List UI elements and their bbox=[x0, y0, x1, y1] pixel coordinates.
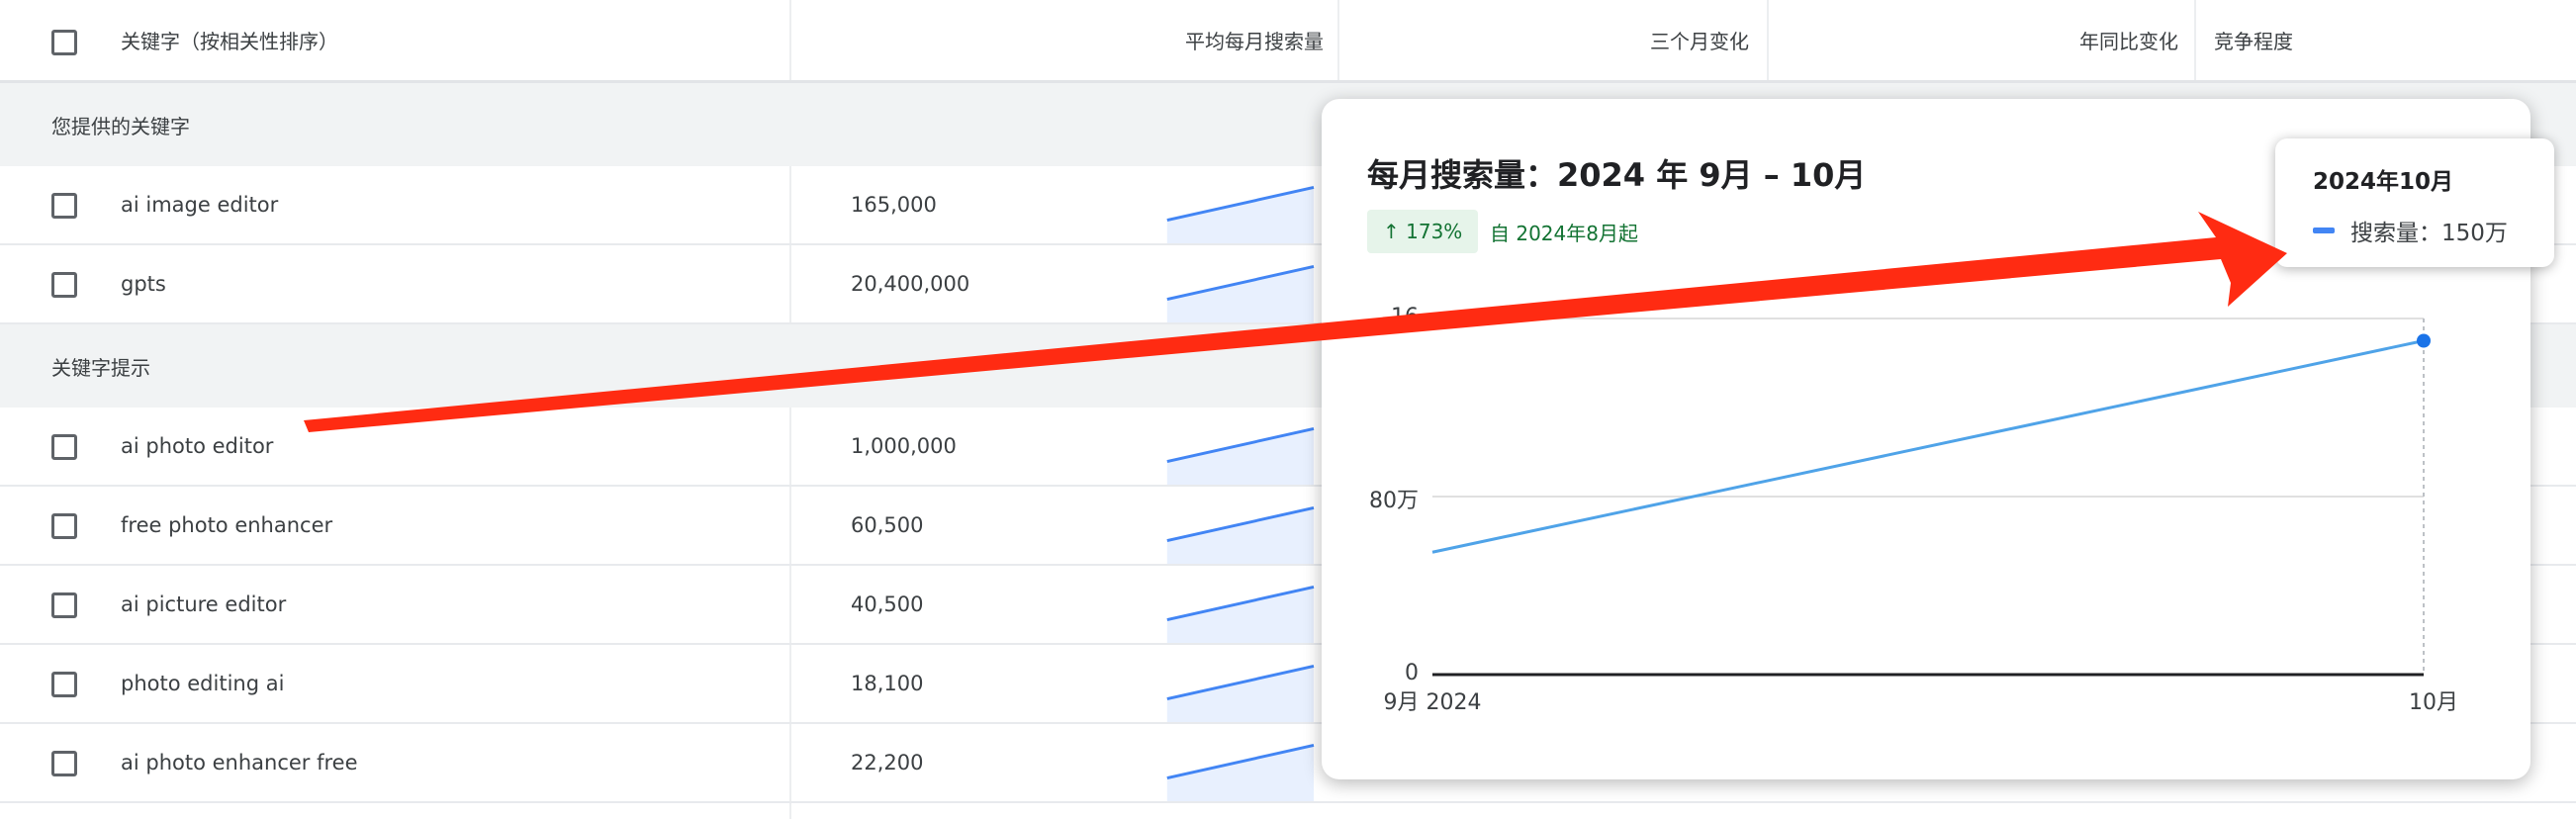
annotation-arrow-shape bbox=[304, 212, 2287, 432]
annotation-arrow bbox=[304, 212, 2287, 432]
